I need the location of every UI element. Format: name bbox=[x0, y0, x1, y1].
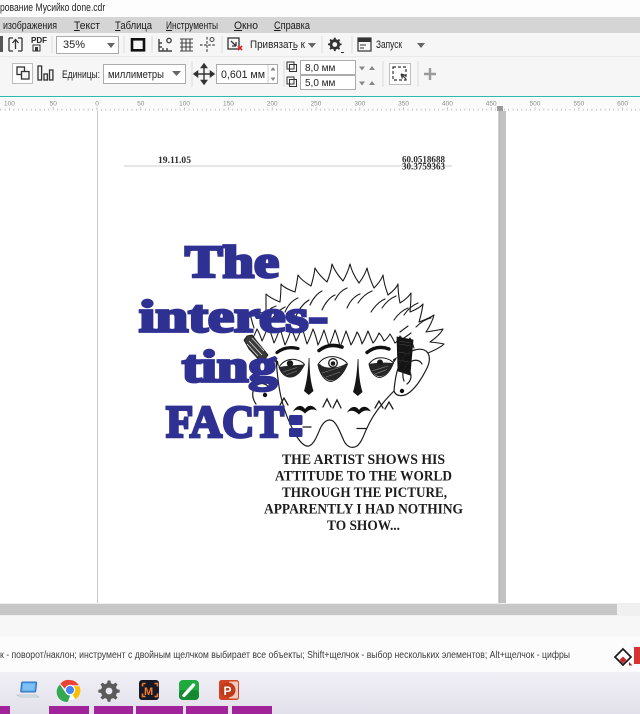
svg-text:400: 400 bbox=[442, 101, 453, 108]
svg-text:550: 550 bbox=[573, 101, 584, 108]
svg-text:50: 50 bbox=[50, 101, 58, 108]
svg-text:ATTITUDE TO THE WORLD: ATTITUDE TO THE WORLD bbox=[275, 469, 452, 485]
svg-text:P: P bbox=[224, 684, 232, 698]
svg-text:APPARENTLY I HAD NOTHING: APPARENTLY I HAD NOTHING bbox=[264, 502, 463, 518]
svg-text:0: 0 bbox=[95, 101, 99, 108]
svg-text:200: 200 bbox=[267, 101, 278, 108]
svg-text:5,0 мм: 5,0 мм bbox=[305, 78, 336, 89]
svg-text:100: 100 bbox=[4, 101, 15, 108]
svg-text:Единицы:: Единицы: bbox=[62, 69, 100, 81]
svg-text:TO SHOW...: TO SHOW... bbox=[327, 518, 400, 534]
svg-text:interes-: interes- bbox=[139, 291, 328, 342]
svg-text:600: 600 bbox=[617, 101, 628, 108]
svg-text:150: 150 bbox=[223, 101, 234, 108]
svg-text:M: M bbox=[144, 686, 153, 698]
svg-text:300: 300 bbox=[354, 101, 365, 108]
svg-text:30.3759363: 30.3759363 bbox=[402, 162, 446, 172]
svg-text:ting: ting bbox=[182, 341, 277, 392]
svg-text:THE ARTIST SHOWS HIS: THE ARTIST SHOWS HIS bbox=[282, 452, 445, 468]
svg-text:35%: 35% bbox=[63, 39, 85, 51]
svg-text:PDF: PDF bbox=[31, 36, 47, 45]
svg-text:8,0 мм: 8,0 мм bbox=[305, 63, 336, 74]
svg-text:450: 450 bbox=[486, 101, 497, 108]
svg-text:50: 50 bbox=[137, 101, 145, 108]
svg-text:250: 250 bbox=[311, 101, 322, 108]
svg-text:0,601 мм: 0,601 мм bbox=[221, 69, 265, 81]
svg-text:350: 350 bbox=[398, 101, 409, 108]
svg-text:THROUGH THE PICTURE,: THROUGH THE PICTURE, bbox=[282, 485, 447, 501]
svg-text:FACT: FACT bbox=[166, 396, 284, 447]
svg-text:миллиметры: миллиметры bbox=[108, 69, 164, 81]
svg-text:19.11.05: 19.11.05 bbox=[158, 155, 192, 165]
svg-text:The: The bbox=[185, 236, 279, 287]
svg-text:500: 500 bbox=[530, 101, 541, 108]
svg-text:Запуск: Запуск bbox=[376, 39, 402, 51]
svg-text:100: 100 bbox=[179, 101, 190, 108]
